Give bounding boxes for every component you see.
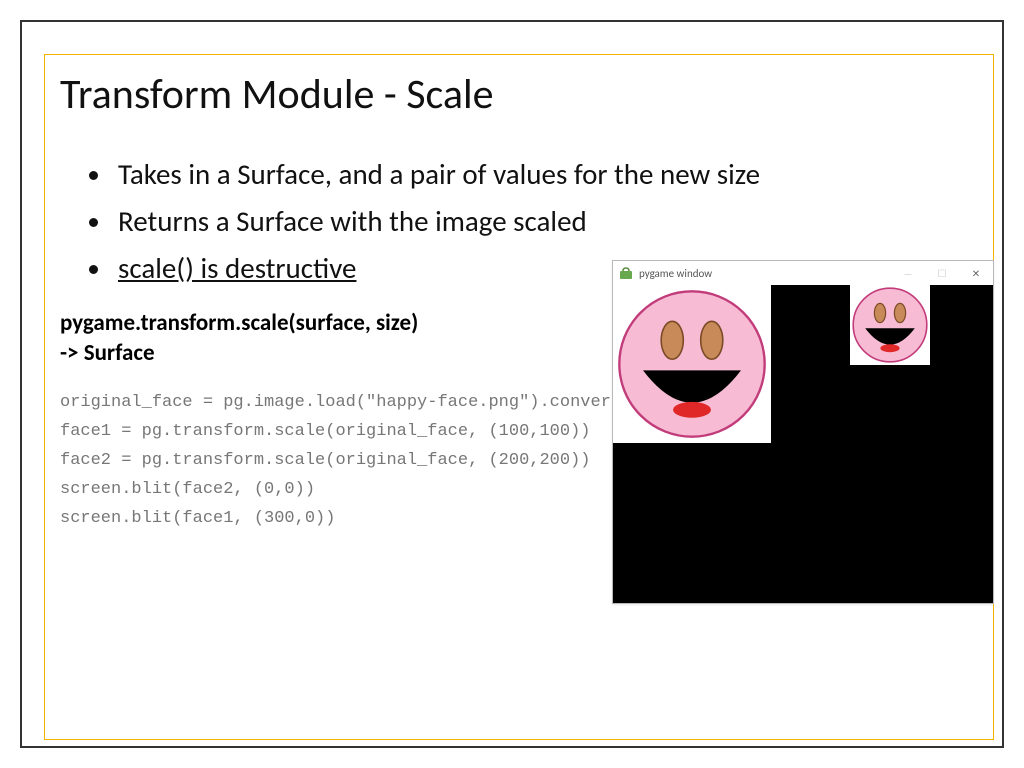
pygame-window: pygame window — ☐ ✕ <box>612 260 994 604</box>
window-titlebar: pygame window — ☐ ✕ <box>613 261 993 285</box>
face-small <box>850 285 930 365</box>
bullet-item-underlined: scale() is destructive <box>118 250 356 286</box>
minimize-icon: — <box>903 267 912 280</box>
pygame-canvas <box>613 285 993 603</box>
bullet-item: Takes in a Surface, and a pair of values… <box>114 152 974 197</box>
minimize-button[interactable]: — <box>891 261 925 285</box>
bullet-item: Returns a Surface with the image scaled <box>114 199 974 244</box>
face-large <box>613 285 771 443</box>
pygame-icon <box>619 266 633 280</box>
window-caption: pygame window <box>639 267 891 280</box>
close-icon: ✕ <box>972 267 980 280</box>
maximize-button[interactable]: ☐ <box>925 261 959 285</box>
window-controls: — ☐ ✕ <box>891 261 993 285</box>
maximize-icon: ☐ <box>938 267 947 280</box>
close-button[interactable]: ✕ <box>959 261 993 285</box>
page-title: Transform Module - Scale <box>60 72 974 118</box>
